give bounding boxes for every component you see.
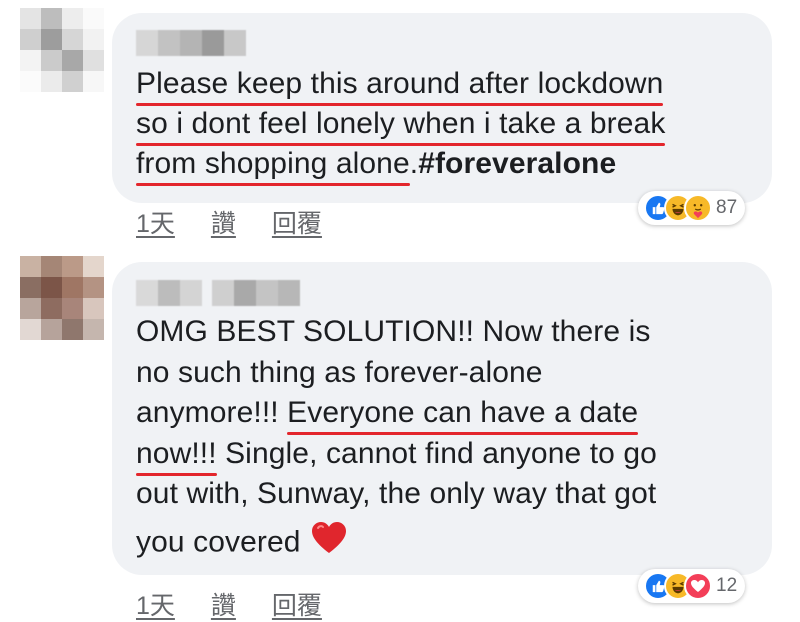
timestamp-link[interactable]: 1天 — [136, 586, 175, 622]
comment-text-segment: anymore!!! — [136, 396, 288, 429]
comment-line: Please keep this around after lockdown — [136, 64, 665, 104]
reaction-count: 87 — [716, 197, 738, 218]
comment-actions: 1天 讚 回覆 — [136, 204, 322, 240]
comment-text-segment: you covered — [136, 525, 301, 559]
reply-button[interactable]: 回覆 — [272, 586, 322, 622]
comment-line: out with, Sunway, the only way that got — [136, 474, 657, 515]
reply-button[interactable]: 回覆 — [272, 204, 322, 240]
highlighted-text: Please keep this around after lockdown — [136, 67, 664, 100]
love-icon — [684, 572, 712, 600]
highlighted-text: so i dont feel lonely when i take a brea… — [136, 107, 666, 140]
reaction-summary[interactable]: 87 — [638, 191, 746, 225]
highlighted-text: now!!! — [136, 436, 217, 470]
heart-emoji-icon — [311, 521, 347, 567]
like-button[interactable]: 讚 — [211, 586, 236, 622]
comment-text-segment: Single, cannot find anyone to go — [216, 436, 657, 470]
like-button[interactable]: 讚 — [211, 204, 236, 240]
highlighted-text: from shopping alone — [136, 147, 410, 180]
comment-text-segment: OMG BEST SOLUTION!! Now there is — [136, 315, 651, 348]
comment-line: no such thing as forever-alone — [136, 353, 657, 394]
comment-text-segment: . — [409, 147, 419, 180]
comment-line: anymore!!! Everyone can have a date — [136, 393, 657, 434]
comment-line: so i dont feel lonely when i take a brea… — [136, 104, 665, 144]
comment-actions: 1天 讚 回覆 — [136, 586, 322, 622]
reaction-summary[interactable]: 12 — [638, 569, 746, 603]
comment-line: you covered — [136, 521, 657, 567]
comment-text-segment: no such thing as forever-alone — [136, 355, 543, 389]
comment-line: now!!! Single, cannot find anyone to go — [136, 434, 657, 475]
reaction-count: 12 — [716, 575, 738, 596]
comment-line: from shopping alone.#foreveralone — [136, 144, 665, 184]
comment-text: Please keep this around after lockdown s… — [136, 64, 665, 184]
timestamp-link[interactable]: 1天 — [136, 204, 175, 240]
highlighted-text: Everyone can have a date — [287, 396, 639, 429]
avatar[interactable] — [20, 8, 104, 92]
comment-line: OMG BEST SOLUTION!! Now there is — [136, 312, 657, 353]
comment-text: OMG BEST SOLUTION!! Now there is no such… — [136, 312, 657, 566]
care-icon — [684, 194, 712, 222]
author-name-blurred[interactable] — [136, 280, 300, 306]
author-name-blurred[interactable] — [136, 30, 246, 56]
hashtag-link[interactable]: #foreveralone — [418, 147, 616, 180]
comment-text-segment: out with, Sunway, the only way that got — [136, 477, 657, 510]
avatar[interactable] — [20, 256, 104, 340]
